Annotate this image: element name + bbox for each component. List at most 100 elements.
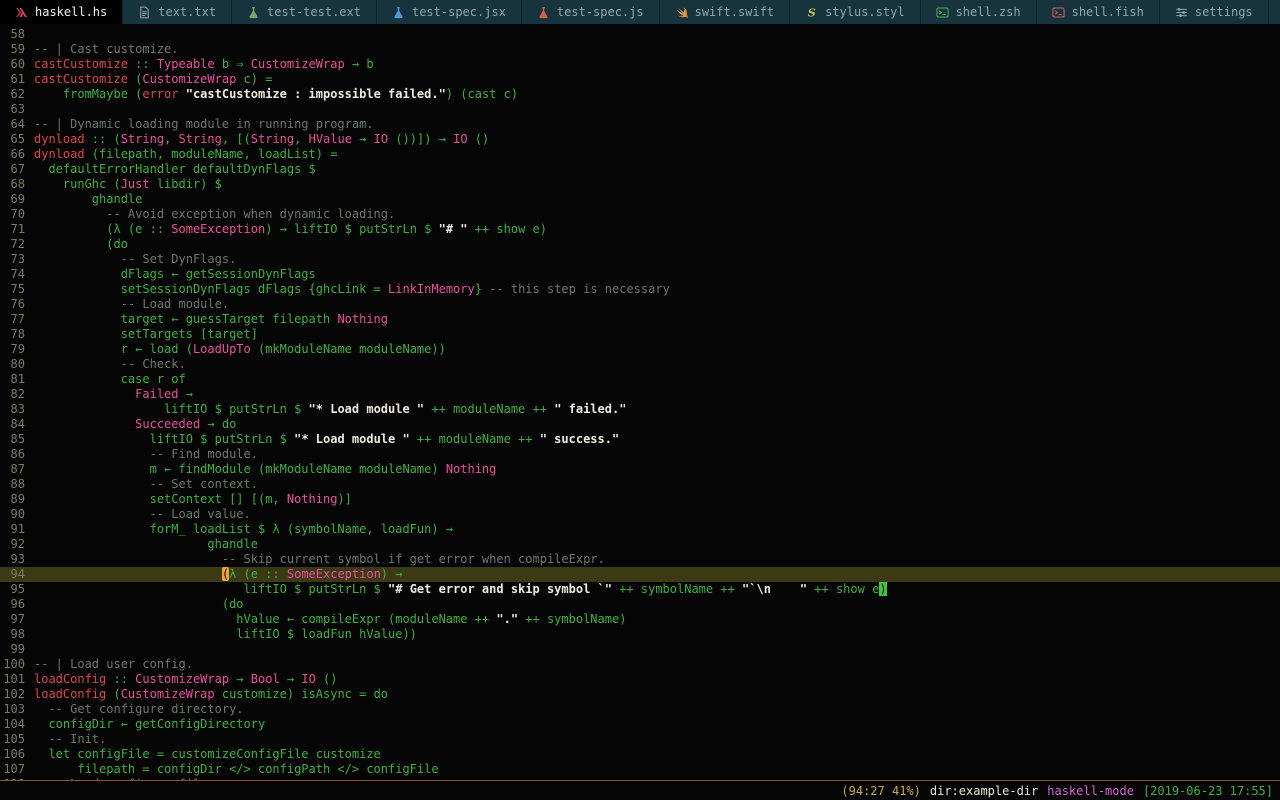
code-text: runGhc (Just libdir) $: [34, 177, 222, 192]
line-number: 87: [0, 462, 34, 477]
line-number: 62: [0, 87, 34, 102]
code-line[interactable]: 76 -- Load module.: [0, 297, 1280, 312]
code-line[interactable]: 95 liftIO $ putStrLn $ "# Get error and …: [0, 582, 1280, 597]
code-text: -- Find module.: [34, 447, 258, 462]
terminal-icon: [936, 6, 949, 19]
line-number: 61: [0, 72, 34, 87]
svg-text:S: S: [808, 6, 816, 18]
code-line[interactable]: 73 -- Set DynFlags.: [0, 252, 1280, 267]
cursor-position: (94:27 41%): [841, 784, 920, 798]
code-line[interactable]: 83 liftIO $ putStrLn $ "* Load module " …: [0, 402, 1280, 417]
tab-label: swift.swift: [695, 5, 774, 19]
code-line[interactable]: 104 configDir ← getConfigDirectory: [0, 717, 1280, 732]
code-line[interactable]: 65dynload :: (String, String, [(String, …: [0, 132, 1280, 147]
swift-icon: [675, 6, 688, 19]
line-number: 81: [0, 372, 34, 387]
code-text: (do: [34, 237, 128, 252]
line-number: 80: [0, 357, 34, 372]
code-text: -- Set context.: [34, 477, 258, 492]
line-number: 71: [0, 222, 34, 237]
file-text-icon: [138, 6, 151, 19]
code-line[interactable]: 92 ghandle: [0, 537, 1280, 552]
code-line[interactable]: 72 (do: [0, 237, 1280, 252]
line-number: 104: [0, 717, 34, 732]
code-line[interactable]: 64-- | Dynamic loading module in running…: [0, 117, 1280, 132]
code-line[interactable]: 69 ghandle: [0, 192, 1280, 207]
code-line[interactable]: 105 -- Init.: [0, 732, 1280, 747]
code-line[interactable]: 89 setContext [] [(m, Nothing)]: [0, 492, 1280, 507]
code-line[interactable]: 82 Failed →: [0, 387, 1280, 402]
code-line[interactable]: 90 -- Load value.: [0, 507, 1280, 522]
code-line[interactable]: 63: [0, 102, 1280, 117]
code-line[interactable]: 67 defaultErrorHandler defaultDynFlags $: [0, 162, 1280, 177]
code-line[interactable]: 84 Succeeded → do: [0, 417, 1280, 432]
major-mode[interactable]: haskell-mode: [1047, 784, 1134, 798]
code-text: defaultErrorHandler defaultDynFlags $: [34, 162, 316, 177]
code-line[interactable]: 93 -- Skip current symbol if get error w…: [0, 552, 1280, 567]
code-line[interactable]: 102loadConfig (CustomizeWrap customize) …: [0, 687, 1280, 702]
line-number: 106: [0, 747, 34, 762]
tab-settings[interactable]: settings: [1160, 0, 1269, 24]
line-number: 72: [0, 237, 34, 252]
code-line[interactable]: 77 target ← guessTarget filepath Nothing: [0, 312, 1280, 327]
code-line[interactable]: 98 liftIO $ loadFun hValue)): [0, 627, 1280, 642]
tab-shell.fish[interactable]: shell.fish: [1037, 0, 1160, 24]
line-number: 70: [0, 207, 34, 222]
tab-text.txt[interactable]: text.txt: [123, 0, 232, 24]
line-number: 68: [0, 177, 34, 192]
code-text: let configFile = customizeConfigFile cus…: [34, 747, 381, 762]
code-line[interactable]: 74 dFlags ← getSessionDynFlags: [0, 267, 1280, 282]
code-line[interactable]: 101loadConfig :: CustomizeWrap → Bool → …: [0, 672, 1280, 687]
line-number: 73: [0, 252, 34, 267]
code-line[interactable]: 60castCustomize :: Typeable b ⇒ Customiz…: [0, 57, 1280, 72]
code-line[interactable]: 107 filepath = configDir </> configPath …: [0, 762, 1280, 777]
code-line[interactable]: 103 -- Get configure directory.: [0, 702, 1280, 717]
code-line[interactable]: 58: [0, 27, 1280, 42]
code-line[interactable]: 81 case r of: [0, 372, 1280, 387]
code-line[interactable]: 80 -- Check.: [0, 357, 1280, 372]
code-line[interactable]: 87 m ← findModule (mkModuleName moduleNa…: [0, 462, 1280, 477]
code-line[interactable]: 91 forM_ loadList $ λ (symbolName, loadF…: [0, 522, 1280, 537]
haskell-icon: [15, 6, 28, 19]
code-text: -- Set DynFlags.: [34, 252, 236, 267]
code-text: -- Load module.: [34, 297, 229, 312]
tab-label: settings: [1195, 5, 1253, 19]
code-line[interactable]: 68 runGhc (Just libdir) $: [0, 177, 1280, 192]
code-line[interactable]: 66dynload (filepath, moduleName, loadLis…: [0, 147, 1280, 162]
tab-shell.zsh[interactable]: shell.zsh: [921, 0, 1037, 24]
code-line[interactable]: 62 fromMaybe (error "castCustomize : imp…: [0, 87, 1280, 102]
code-line[interactable]: 79 r ← load (LoadUpTo (mkModuleName modu…: [0, 342, 1280, 357]
code-line[interactable]: 75 setSessionDynFlags dFlags {ghcLink = …: [0, 282, 1280, 297]
code-line[interactable]: 59-- | Cast customize.: [0, 42, 1280, 57]
tab-haskell.hs[interactable]: haskell.hs: [0, 0, 123, 24]
code-line[interactable]: 99: [0, 642, 1280, 657]
code-line[interactable]: 61castCustomize (CustomizeWrap c) =: [0, 72, 1280, 87]
code-line[interactable]: 70 -- Avoid exception when dynamic loadi…: [0, 207, 1280, 222]
tab-swift.swift[interactable]: swift.swift: [660, 0, 790, 24]
code-text: (do: [34, 597, 244, 612]
matched-paren: ): [879, 582, 886, 596]
tab-test-test.ext[interactable]: test-test.ext: [232, 0, 377, 24]
code-text: configDir ← getConfigDirectory: [34, 717, 265, 732]
code-line[interactable]: 86 -- Find module.: [0, 447, 1280, 462]
code-line[interactable]: 78 setTargets [target]: [0, 327, 1280, 342]
code-line[interactable]: 85 liftIO $ putStrLn $ "* Load module " …: [0, 432, 1280, 447]
code-line[interactable]: 100-- | Load user config.: [0, 657, 1280, 672]
code-text: castCustomize :: Typeable b ⇒ CustomizeW…: [34, 57, 374, 72]
tab-stylus.styl[interactable]: Sstylus.styl: [790, 0, 920, 24]
line-number: 66: [0, 147, 34, 162]
modeline: (94:27 41%) dir:example-dir haskell-mode…: [0, 780, 1280, 800]
code-line[interactable]: 94 (λ (e :: SomeException) →: [0, 567, 1280, 582]
code-line[interactable]: 106 let configFile = customizeConfigFile…: [0, 747, 1280, 762]
line-number: 107: [0, 762, 34, 777]
code-line[interactable]: 88 -- Set context.: [0, 477, 1280, 492]
directory-indicator: dir:example-dir: [930, 784, 1038, 798]
tab-label: shell.zsh: [956, 5, 1021, 19]
tab-test-spec.jsx[interactable]: test-spec.jsx: [377, 0, 522, 24]
line-number: 94: [0, 567, 34, 582]
stylus-icon: S: [805, 6, 818, 19]
code-line[interactable]: 96 (do: [0, 597, 1280, 612]
tab-test-spec.js[interactable]: test-spec.js: [522, 0, 660, 24]
code-line[interactable]: 71 (λ (e :: SomeException) → liftIO $ pu…: [0, 222, 1280, 237]
code-line[interactable]: 97 hValue ← compileExpr (moduleName ++ "…: [0, 612, 1280, 627]
